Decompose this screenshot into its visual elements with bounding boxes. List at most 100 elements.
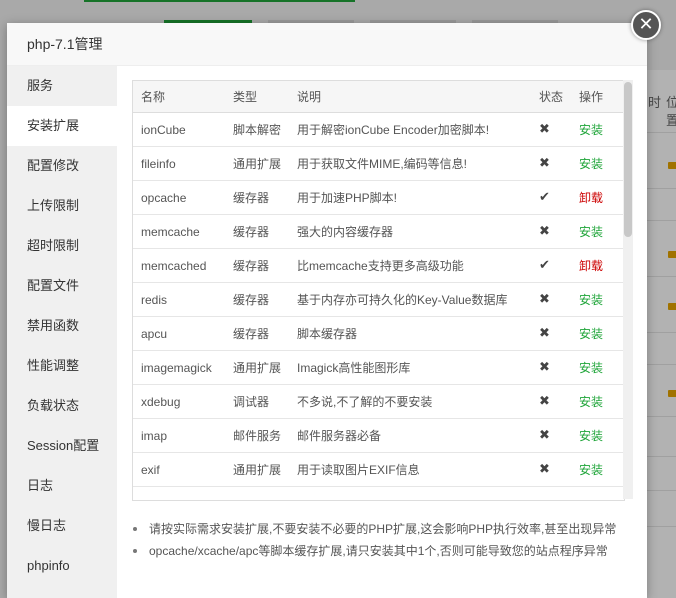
table-cell: imagemagick <box>133 350 225 385</box>
table-cell: 缓存器 <box>225 214 289 249</box>
cross-icon: ✖ <box>539 326 550 341</box>
table-row: exif 通用扩展 用于读取图片EXIF信息 ✖ 安装 <box>133 452 624 487</box>
table-row: memcached 缓存器 比memcache支持更多高级功能 ✔ 卸载 <box>133 248 624 283</box>
install-button[interactable]: 安装 <box>579 395 603 409</box>
table-cell: fileinfo <box>133 146 225 181</box>
sidebar-item[interactable]: 负载状态 <box>7 386 117 426</box>
extension-name-cell: xdebug <box>141 394 181 409</box>
sidebar-item[interactable]: 慢日志 <box>7 506 117 546</box>
extension-name-cell: opcache <box>141 190 187 205</box>
install-button[interactable]: 安装 <box>579 429 603 443</box>
table-cell: 安装 <box>571 452 624 487</box>
sidebar-item[interactable]: 配置修改 <box>7 146 117 186</box>
sidebar-item[interactable]: Session配置 <box>7 426 117 466</box>
table-cell: 安装 <box>571 384 624 419</box>
extension-type-cell: 缓存器 <box>233 293 270 307</box>
table-cell: 通用扩展 <box>225 452 289 487</box>
tip-text: opcache/xcache/apc等脚本缓存扩展,请只安装其中1个,否则可能导… <box>149 544 608 558</box>
table-cell: 安装 <box>571 316 624 351</box>
table-cell: 卸载 <box>571 248 624 283</box>
table-cell: Imagick高性能图形库 <box>289 350 531 385</box>
uninstall-button[interactable]: 卸载 <box>579 191 603 205</box>
install-button[interactable]: 安装 <box>579 293 603 307</box>
extension-type-cell: 缓存器 <box>233 191 270 205</box>
table-cell: 安装 <box>571 350 624 385</box>
php-manager-modal: php-7.1管理 服务 安装扩展 配置修改 上传限制 超时限制 配置文件 禁用函数 性能调整… <box>7 23 647 598</box>
modal-sidebar: 服务 安装扩展 配置修改 上传限制 超时限制 配置文件 禁用函数 性能调整 负载状态 Sessio… <box>7 66 117 598</box>
column-header-description: 说明 <box>289 81 531 113</box>
install-button[interactable]: 安装 <box>579 157 603 171</box>
install-button[interactable]: 安装 <box>579 123 603 137</box>
table-cell: 安装 <box>571 112 624 147</box>
sidebar-item[interactable]: phpinfo <box>7 546 117 586</box>
extension-description-cell: 基于内存亦可持久化的Key-Value数据库 <box>297 293 508 307</box>
extension-name-cell: imap <box>141 428 168 443</box>
column-header-status: 状态 <box>531 81 571 113</box>
bullet-icon <box>133 549 137 553</box>
table-cell: 比memcache支持更多高级功能 <box>289 248 531 283</box>
tip-text: 请按实际需求安装扩展,不要安装不必要的PHP扩展,这会影响PHP执行效率,甚至出… <box>149 522 617 536</box>
extension-type-cell: 缓存器 <box>233 327 270 341</box>
table-cell: 用于读取图片EXIF信息 <box>289 452 531 487</box>
install-button[interactable]: 安装 <box>579 361 603 375</box>
extension-type-cell: 通用扩展 <box>233 361 282 375</box>
table-cell: 不多说,不了解的不要安装 <box>289 384 531 419</box>
table-cell: ✖ <box>531 112 571 147</box>
extension-type-cell: 邮件服务 <box>233 429 282 443</box>
extension-name-cell: ionCube <box>141 122 186 137</box>
bullet-icon <box>133 527 137 531</box>
table-cell: ✖ <box>531 214 571 249</box>
table-row: apcu 缓存器 脚本缓存器 ✖ 安装 <box>133 316 624 351</box>
table-cell: 邮件服务 <box>225 418 289 453</box>
table-header-row: 名称 类型 说明 状态 操作 <box>133 81 624 113</box>
extension-description-cell: 脚本缓存器 <box>297 327 358 341</box>
table-cell: ✔ <box>531 248 571 283</box>
table-cell: 脚本解密 <box>225 112 289 147</box>
sidebar-item[interactable]: 上传限制 <box>7 186 117 226</box>
column-header-action: 操作 <box>571 81 624 113</box>
sidebar-item[interactable]: 禁用函数 <box>7 306 117 346</box>
table-cell: 强大的内容缓存器 <box>289 214 531 249</box>
table-cell: 缓存器 <box>225 248 289 283</box>
table-cell: 用于加速PHP脚本! <box>289 180 531 215</box>
table-scrollbar-thumb[interactable] <box>624 82 632 237</box>
table-row: fileinfo 通用扩展 用于获取文件MIME,编码等信息! ✖ 安装 <box>133 146 624 181</box>
extension-description-cell: 比memcache支持更多高级功能 <box>297 259 464 273</box>
sidebar-item[interactable]: 性能调整 <box>7 346 117 386</box>
table-cell: 用于解密ionCube Encoder加密脚本! <box>289 112 531 147</box>
table-cell: ✖ <box>531 384 571 419</box>
tip-item: 请按实际需求安装扩展,不要安装不必要的PHP扩展,这会影响PHP执行效率,甚至出… <box>132 518 632 540</box>
cross-icon: ✖ <box>539 224 550 239</box>
extension-name-cell: memcache <box>141 224 200 239</box>
table-cell: 安装 <box>571 418 624 453</box>
table-row: imagemagick 通用扩展 Imagick高性能图形库 ✖ 安装 <box>133 350 624 385</box>
tips-list: 请按实际需求安装扩展,不要安装不必要的PHP扩展,这会影响PHP执行效率,甚至出… <box>132 518 632 562</box>
table-cell: memcached <box>133 248 225 283</box>
table-cell: 缓存器 <box>225 282 289 317</box>
table-cell: ✖ <box>531 452 571 487</box>
install-button[interactable]: 安装 <box>579 463 603 477</box>
sidebar-item[interactable]: 配置文件 <box>7 266 117 306</box>
cross-icon: ✖ <box>539 394 550 409</box>
install-button[interactable]: 安装 <box>579 327 603 341</box>
close-icon[interactable]: ✕ <box>631 10 661 40</box>
extension-name-cell: exif <box>141 462 160 477</box>
table-cell: 安装 <box>571 214 624 249</box>
table-scrollbar[interactable] <box>623 80 633 499</box>
table-cell: xdebug <box>133 384 225 419</box>
table-cell: 安装 <box>571 146 624 181</box>
sidebar-item[interactable]: 日志 <box>7 466 117 506</box>
column-header-type: 类型 <box>225 81 289 113</box>
sidebar-item[interactable]: 安装扩展 <box>7 106 117 146</box>
table-cell: exif <box>133 452 225 487</box>
check-icon: ✔ <box>539 190 550 205</box>
extension-type-cell: 脚本解密 <box>233 123 282 137</box>
sidebar-item[interactable]: 服务 <box>7 66 117 106</box>
extensions-table: 名称 类型 说明 状态 操作 ionCube 脚本解密 用于解密ionCube En… <box>133 81 624 487</box>
uninstall-button[interactable]: 卸载 <box>579 259 603 273</box>
extension-type-cell: 调试器 <box>233 395 270 409</box>
sidebar-item[interactable]: 超时限制 <box>7 226 117 266</box>
cross-icon: ✖ <box>539 292 550 307</box>
extension-description-cell: 用于读取图片EXIF信息 <box>297 463 420 477</box>
install-button[interactable]: 安装 <box>579 225 603 239</box>
